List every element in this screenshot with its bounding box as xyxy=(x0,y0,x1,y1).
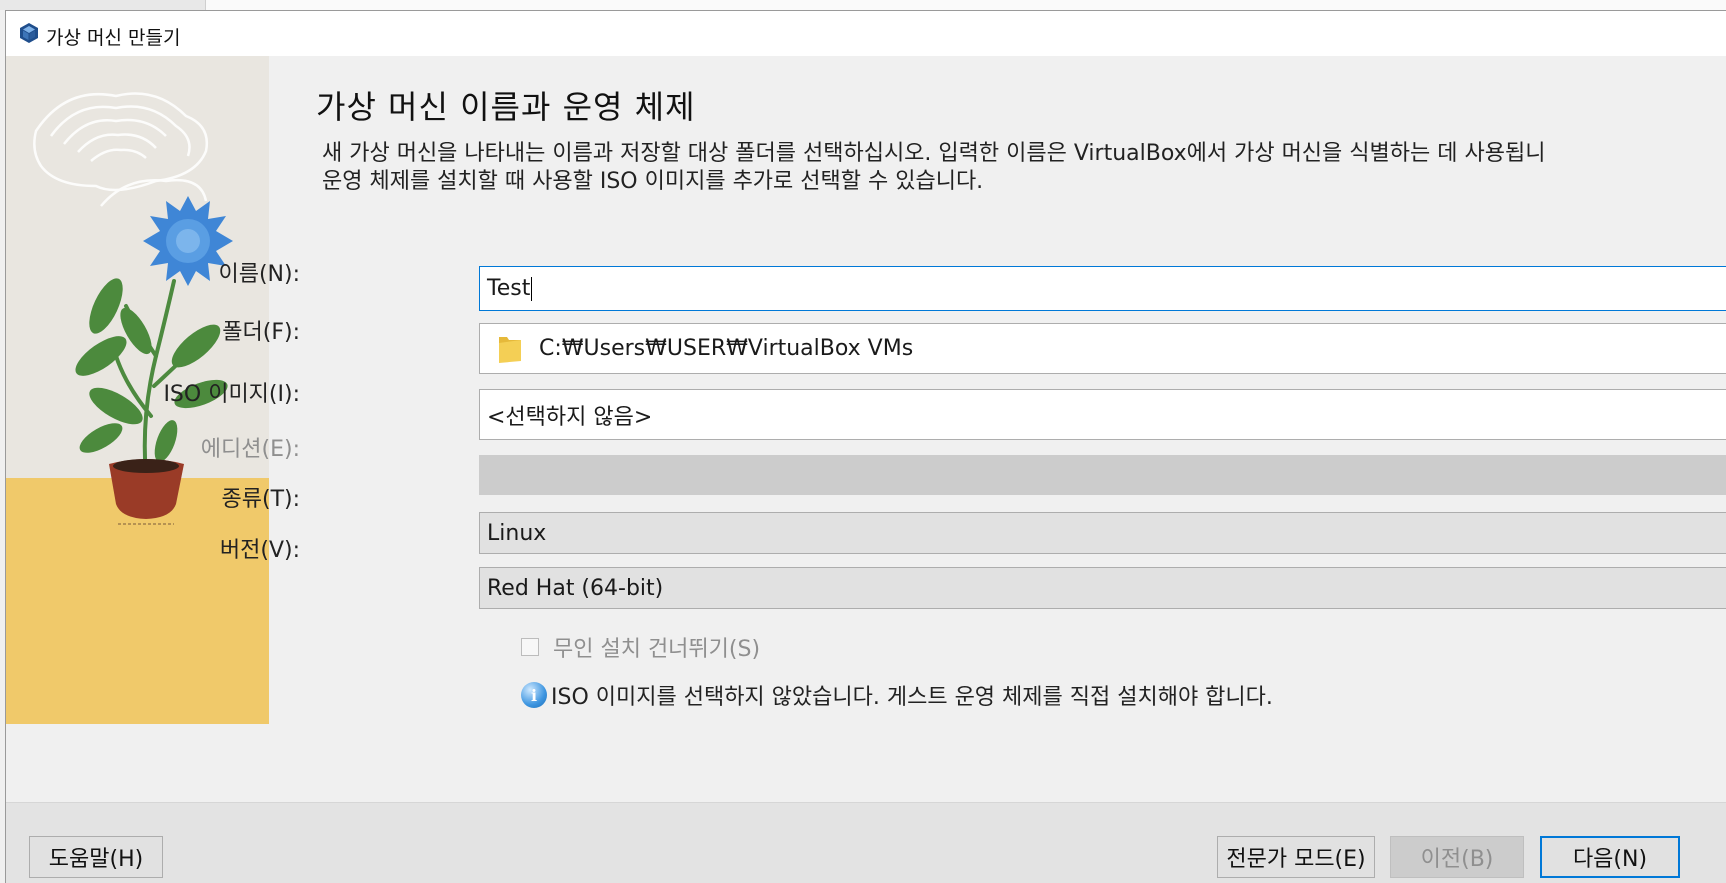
text-caret xyxy=(531,276,533,301)
name-label: 이름(N): xyxy=(218,262,300,287)
name-input-value: Test xyxy=(487,276,531,301)
type-value: Linux xyxy=(487,520,547,546)
folder-selector[interactable]: C:₩Users₩USER₩VirtualBox VMs xyxy=(479,323,1726,374)
type-label: 종류(T): xyxy=(221,487,301,512)
type-select[interactable]: Linux xyxy=(479,512,1726,554)
background-window-strip xyxy=(0,0,1726,10)
next-button[interactable]: 다음(N) xyxy=(1540,836,1680,878)
skip-unattended-checkbox xyxy=(521,638,539,656)
version-label: 버전(V): xyxy=(219,538,300,563)
edition-label: 에디션(E): xyxy=(200,437,300,462)
info-icon: i xyxy=(521,682,547,708)
window-title: 가상 머신 만들기 xyxy=(46,27,181,49)
wizard-illustration xyxy=(6,56,296,802)
iso-image-selector[interactable]: <선택하지 않음> xyxy=(479,389,1726,440)
description-line-2: 운영 체제를 설치할 때 사용할 ISO 이미지를 추가로 선택할 수 있습니다… xyxy=(322,169,984,194)
back-button: 이전(B) xyxy=(1390,836,1524,878)
virtualbox-icon xyxy=(20,23,38,43)
version-select[interactable]: Red Hat (64-bit) xyxy=(479,567,1726,609)
wizard-page: 가상 머신 이름과 운영 체제 새 가상 머신을 나타내는 이름과 저장할 대상… xyxy=(163,56,1726,802)
info-message: ISO 이미지를 선택하지 않았습니다. 게스트 운영 체제를 직접 설치해야 … xyxy=(551,685,1273,710)
description-line-1: 새 가상 머신을 나타내는 이름과 저장할 대상 폴더를 선택하십시오. 입력한… xyxy=(322,141,1546,166)
skip-unattended-label: 무인 설치 건너뛰기(S) xyxy=(553,637,761,662)
title-bar[interactable]: 가상 머신 만들기 xyxy=(6,11,1726,56)
create-vm-dialog: 가상 머신 만들기 가상 머신 이름과 운영 체제 새 가상 머신을 나타내는 … xyxy=(5,10,1726,883)
button-bar: 도움말(H) 전문가 모드(E) 이전(B) 다음(N) xyxy=(6,802,1726,883)
folder-icon xyxy=(499,336,521,363)
version-value: Red Hat (64-bit) xyxy=(487,575,664,601)
folder-label: 폴더(F): xyxy=(222,320,300,345)
page-heading: 가상 머신 이름과 운영 체제 xyxy=(316,88,696,126)
iso-value: <선택하지 않음> xyxy=(487,404,653,430)
name-input[interactable]: Test xyxy=(479,266,1726,311)
expert-mode-button[interactable]: 전문가 모드(E) xyxy=(1217,836,1375,878)
edition-select xyxy=(479,455,1726,495)
info-message-row: i ISO 이미지를 선택하지 않았습니다. 게스트 운영 체제를 직접 설치해… xyxy=(521,679,1273,711)
help-button[interactable]: 도움말(H) xyxy=(29,836,163,878)
skip-unattended-row: 무인 설치 건너뛰기(S) xyxy=(521,631,760,663)
iso-label: ISO 이미지(I): xyxy=(163,382,300,407)
page-description: 새 가상 머신을 나타내는 이름과 저장할 대상 폴더를 선택하십시오. 입력한… xyxy=(322,140,1545,196)
folder-value: C:₩Users₩USER₩VirtualBox VMs xyxy=(539,336,914,361)
